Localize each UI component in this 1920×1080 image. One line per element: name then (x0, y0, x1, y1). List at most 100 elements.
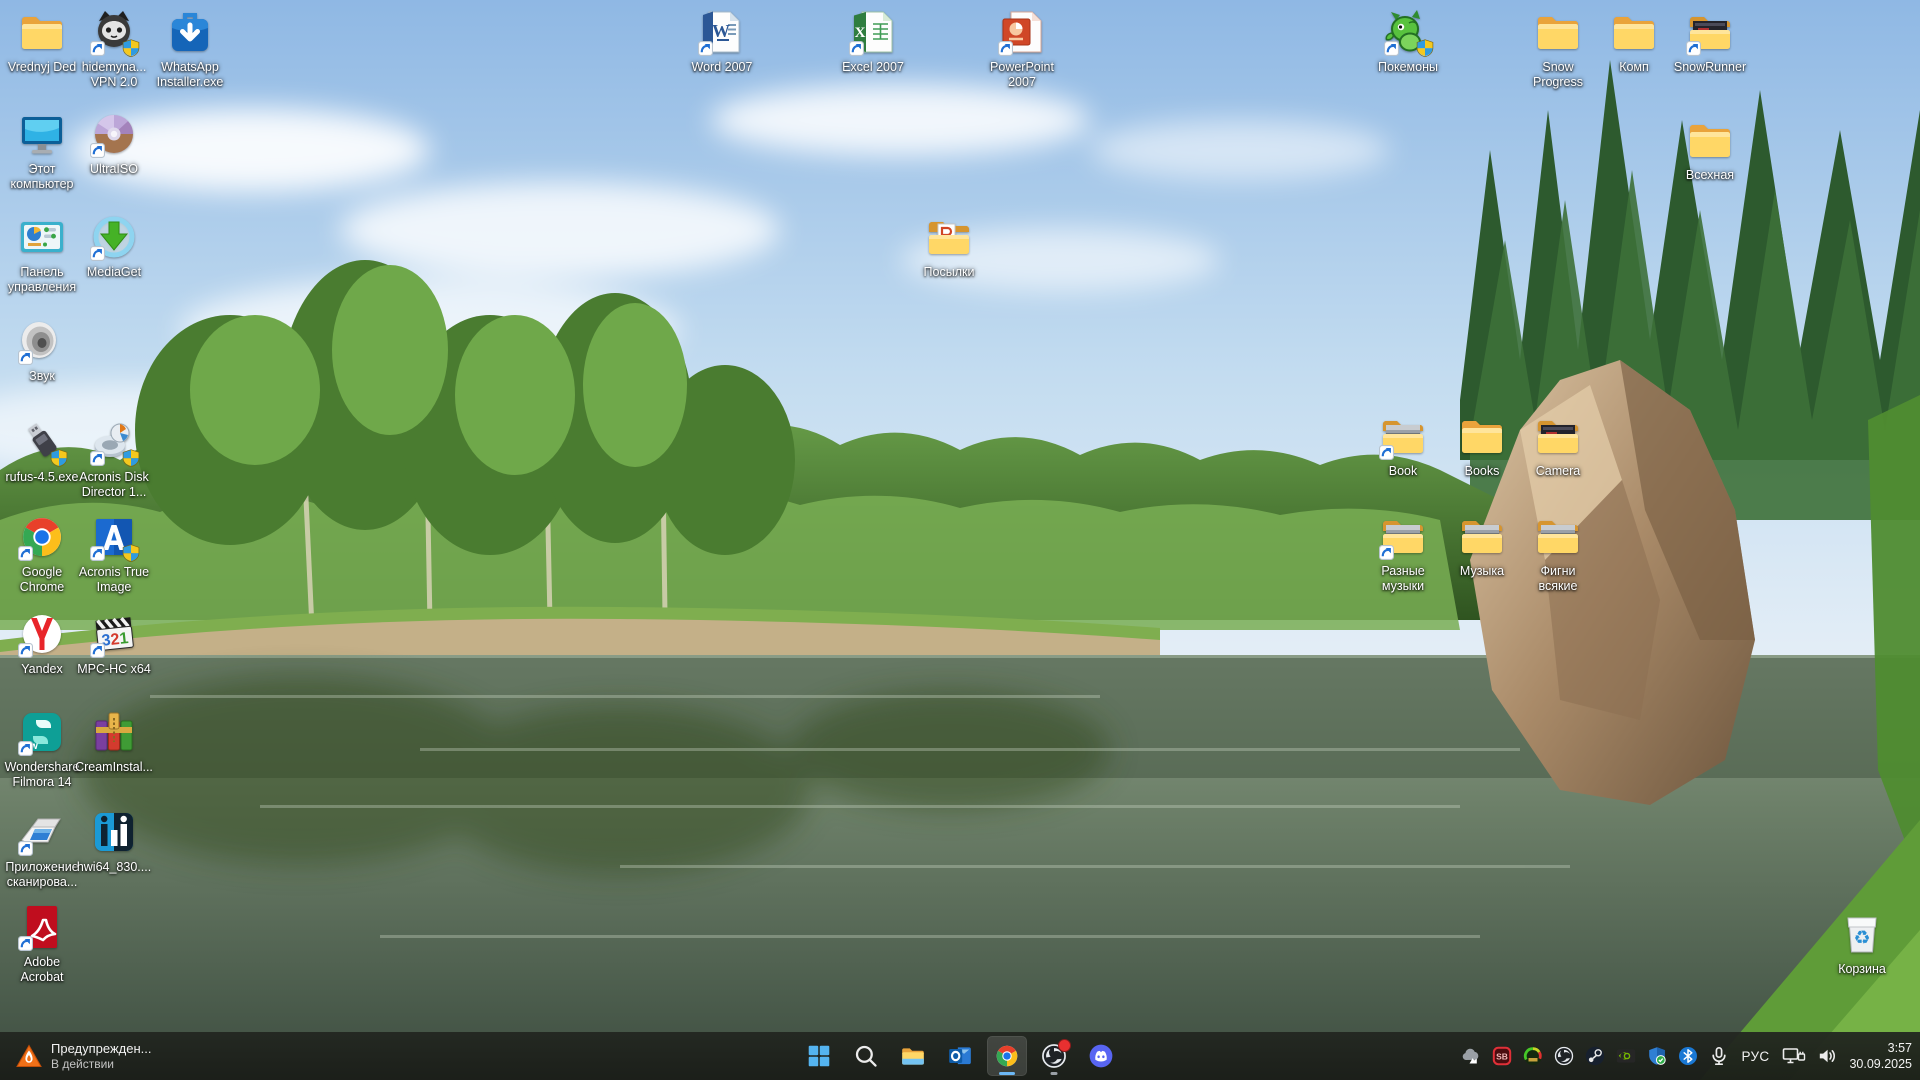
widgets-button[interactable]: Предупрежден... В действии (4, 1036, 163, 1076)
desktop-icon[interactable]: Музыка (1440, 512, 1524, 579)
filmora-icon: w (18, 708, 66, 756)
desktop-icon[interactable]: Acronis Disk Director 1... (72, 418, 156, 500)
desktop-icon-label: Excel 2007 (842, 60, 904, 75)
tray-network-icon[interactable] (1782, 1046, 1806, 1066)
desktop-icon[interactable]: Books (1440, 412, 1524, 479)
widget-text: Предупрежден... В действии (51, 1041, 151, 1072)
desktop-icon[interactable]: Snow Progress (1516, 8, 1600, 90)
desktop-icon[interactable]: WhatsApp Installer.exe (148, 8, 232, 90)
desktop-icon[interactable]: CreamInstal... (72, 708, 156, 775)
desktop-icon[interactable]: Book (1361, 412, 1445, 479)
desktop-icon-label: Book (1389, 464, 1418, 479)
desktop-icon-label: Всехная (1686, 168, 1734, 183)
tray-volume-icon[interactable] (1817, 1046, 1837, 1066)
uac-shield-icon (49, 448, 69, 468)
system-tray: SB РУС 3:57 30.09.2025 (1461, 1032, 1913, 1080)
desktop-icon[interactable]: Всехная (1668, 116, 1752, 183)
taskbar-chrome-button[interactable] (987, 1036, 1027, 1076)
hwinfo-icon (90, 808, 138, 856)
tray-hidden-icons-icon[interactable] (1461, 1046, 1481, 1066)
desktop-icon[interactable]: ♻ Корзина (1820, 910, 1904, 977)
shortcut-arrow-icon (90, 143, 105, 158)
desktop-icon-label: Покемоны (1378, 60, 1438, 75)
desktop-icon-grid: Vrednyj Dedhidemyna... VPN 2.0WhatsApp I… (0, 0, 1920, 1080)
speaker-icon (18, 317, 66, 365)
desktop-icon-label: WhatsApp Installer.exe (157, 60, 224, 90)
shortcut-arrow-icon (90, 546, 105, 561)
shortcut-arrow-icon (18, 350, 33, 365)
shortcut-arrow-icon (18, 841, 33, 856)
taskbar-outlook-button[interactable] (940, 1036, 980, 1076)
uac-shield-icon (121, 448, 141, 468)
taskbar-search-button[interactable] (846, 1036, 886, 1076)
folder-photo-icon (1458, 512, 1506, 560)
desktop-icon[interactable]: UltraISO (72, 110, 156, 177)
clock[interactable]: 3:57 30.09.2025 (1847, 1040, 1912, 1073)
folder-media-icon (1686, 8, 1734, 56)
mpc-icon: 321 (90, 610, 138, 658)
desktop-icon[interactable]: Adobe Acrobat (0, 903, 84, 985)
desktop-icon-label: UltraISO (90, 162, 138, 177)
desktop-icon[interactable]: Acronis True Image (72, 513, 156, 595)
svg-text:321: 321 (101, 630, 129, 650)
folder-photo-icon (1379, 412, 1427, 460)
tray-windows-security-icon[interactable] (1647, 1046, 1667, 1066)
desktop-icon[interactable]: Разные музыки (1361, 512, 1445, 594)
language-indicator[interactable]: РУС (1739, 1049, 1773, 1064)
folder-icon (1458, 412, 1506, 460)
folder-photo-icon (1379, 512, 1427, 560)
mediaget-icon (90, 213, 138, 261)
desktop-icon[interactable]: hidemyna... VPN 2.0 (72, 8, 156, 90)
desktop-icon-label: Snow Progress (1533, 60, 1583, 90)
taskbar: Предупрежден... В действии SB РУС 3:57 3… (0, 1032, 1920, 1080)
notification-badge (1058, 1039, 1071, 1052)
desktop-icon-label: Музыка (1460, 564, 1504, 579)
hidemy-icon (90, 8, 138, 56)
desktop-icon-label: hwi64_830.... (77, 860, 151, 875)
desktop-icon[interactable]: XExcel 2007 (831, 8, 915, 75)
desktop-icon[interactable]: Camera (1516, 412, 1600, 479)
svg-text:♻: ♻ (1853, 928, 1870, 949)
acronis-icon (90, 513, 138, 561)
folder-icon (1610, 8, 1658, 56)
tray-startisback-icon[interactable]: SB (1492, 1046, 1512, 1066)
tray-bluetooth-icon[interactable] (1678, 1046, 1698, 1066)
desktop-icon-label: Приложение сканирова... (5, 860, 78, 890)
desktop-icon[interactable]: hwi64_830.... (72, 808, 156, 875)
desktop-icon[interactable]: Фигни всякие (1516, 512, 1600, 594)
powerpoint-icon (998, 8, 1046, 56)
word-icon: W (698, 8, 746, 56)
tray-fps-monitor-icon[interactable] (1523, 1046, 1543, 1066)
desktop-icon-label: Yandex (21, 662, 62, 677)
desktop-icon[interactable]: W Word 2007 (680, 8, 764, 75)
desktop-icon-label: Корзина (1838, 962, 1886, 977)
uac-shield-icon (1415, 38, 1435, 58)
shortcut-arrow-icon (90, 41, 105, 56)
tray-nvidia-settings-icon[interactable] (1616, 1046, 1636, 1066)
taskbar-obs-button[interactable] (1034, 1036, 1074, 1076)
yandex-icon (18, 610, 66, 658)
taskbar-discord-button[interactable] (1081, 1036, 1121, 1076)
recycle-bin-icon: ♻ (1838, 910, 1886, 958)
desktop-icon[interactable]: SnowRunner (1668, 8, 1752, 75)
desktop-icon[interactable]: MediaGet (72, 213, 156, 280)
tray-steam-icon[interactable] (1585, 1046, 1605, 1066)
desktop-icon-label: Camera (1536, 464, 1580, 479)
desktop-icon[interactable]: Комп (1592, 8, 1676, 75)
tray-icon-group: SB (1461, 1046, 1729, 1066)
shortcut-arrow-icon (18, 643, 33, 658)
folder-icon (1534, 8, 1582, 56)
tray-microphone-icon[interactable] (1709, 1046, 1729, 1066)
taskbar-file-explorer-button[interactable] (893, 1036, 933, 1076)
desktop-icon-label: Word 2007 (692, 60, 753, 75)
tray-obs-studio-icon[interactable] (1554, 1046, 1574, 1066)
desktop-icon[interactable]: Посылки (907, 213, 991, 280)
desktop-icon[interactable]: PowerPoint 2007 (980, 8, 1064, 90)
desktop-icon[interactable]: Покемоны (1366, 8, 1450, 75)
desktop-icon[interactable]: Звук (0, 317, 84, 384)
folder-photo-icon (1534, 512, 1582, 560)
desktop-icon[interactable]: 321MPC-HC x64 (72, 610, 156, 677)
quick-settings-group (1782, 1046, 1837, 1066)
chrome-icon (18, 513, 66, 561)
taskbar-start-button[interactable] (799, 1036, 839, 1076)
